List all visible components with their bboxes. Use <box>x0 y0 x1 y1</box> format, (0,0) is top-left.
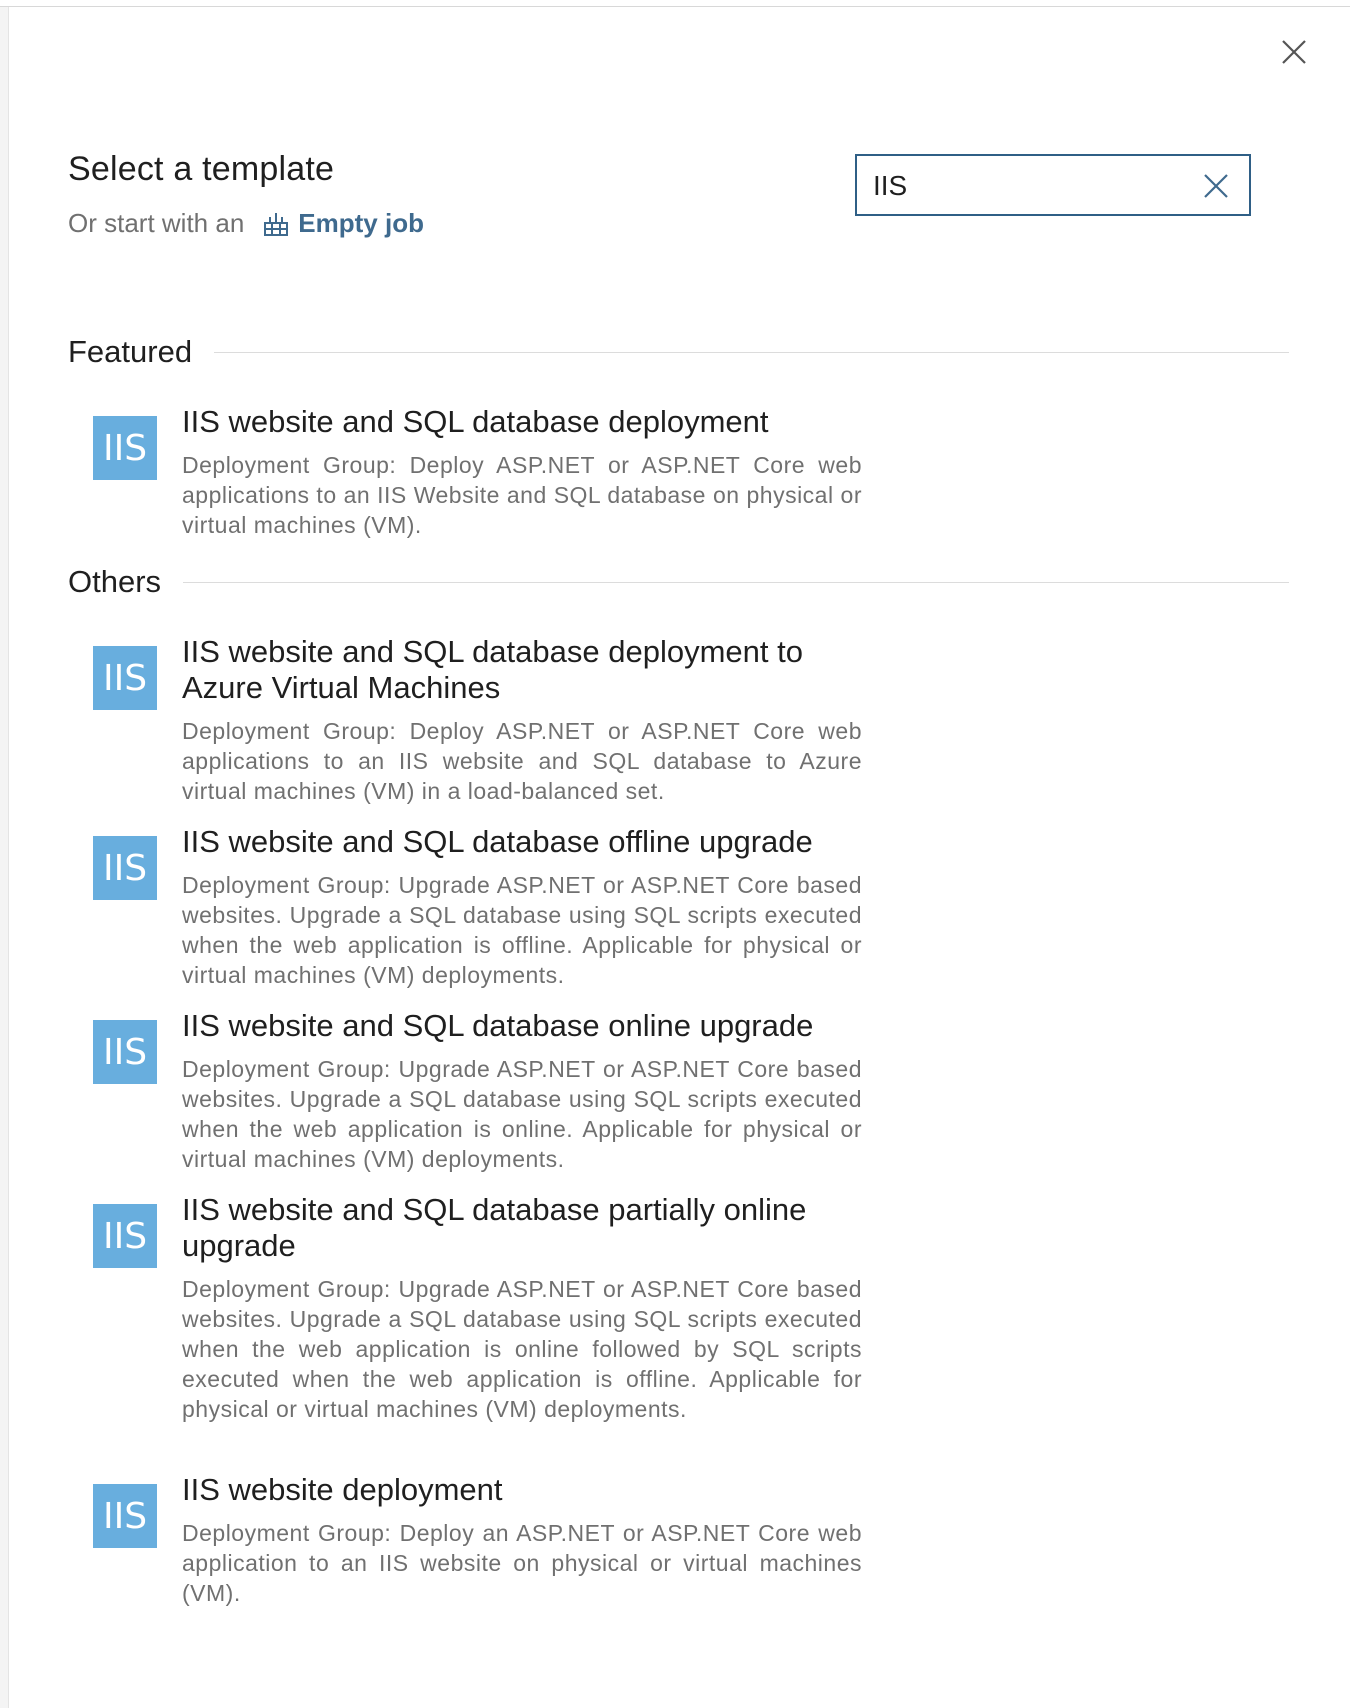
search-input[interactable] <box>873 166 1173 206</box>
background-left-strip <box>0 0 9 1708</box>
template-title: IIS website and SQL database deployment … <box>182 634 803 705</box>
template-text: IIS website deployment Deployment Group:… <box>182 1472 862 1608</box>
template-title: IIS website and SQL database offline upg… <box>182 824 813 859</box>
template-text: IIS website and SQL database online upgr… <box>182 1008 862 1174</box>
iis-icon: IIS <box>93 646 157 710</box>
iis-icon: IIS <box>93 1484 157 1548</box>
template-title: IIS website deployment <box>182 1472 503 1507</box>
others-section-heading: Others <box>68 564 1289 600</box>
template-description: Deployment Group: Upgrade ASP.NET or ASP… <box>182 872 862 988</box>
iis-icon: IIS <box>93 1020 157 1084</box>
section-divider <box>214 351 1289 353</box>
iis-icon: IIS <box>93 1204 157 1268</box>
empty-job-link[interactable]: Empty job <box>262 208 424 239</box>
template-text: IIS website and SQL database offline upg… <box>182 824 862 990</box>
section-divider <box>183 581 1289 583</box>
iis-icon: IIS <box>93 416 157 480</box>
search-box <box>855 154 1251 216</box>
clear-search-button[interactable] <box>1201 171 1231 201</box>
empty-job-label: Empty job <box>298 208 424 238</box>
empty-job-icon <box>262 210 290 238</box>
page-title: Select a template <box>68 150 335 188</box>
template-description: Deployment Group: Deploy an ASP.NET or A… <box>182 1520 862 1606</box>
template-text: IIS website and SQL database deployment … <box>182 634 862 806</box>
template-description: Deployment Group: Upgrade ASP.NET or ASP… <box>182 1276 862 1422</box>
template-text: IIS website and SQL database deployment … <box>182 404 862 540</box>
subtitle-prefix: Or start with an <box>68 208 245 238</box>
template-description: Deployment Group: Upgrade ASP.NET or ASP… <box>182 1056 862 1172</box>
top-border <box>0 0 1350 7</box>
featured-heading-label: Featured <box>68 334 193 369</box>
template-title: IIS website and SQL database online upgr… <box>182 1008 814 1043</box>
template-title: IIS website and SQL database deployment <box>182 404 769 439</box>
featured-section-heading: Featured <box>68 334 1289 370</box>
close-icon <box>1282 40 1306 64</box>
clear-search-icon <box>1204 174 1228 198</box>
others-heading-label: Others <box>68 564 162 599</box>
template-description: Deployment Group: Deploy ASP.NET or ASP.… <box>182 452 862 538</box>
iis-icon: IIS <box>93 836 157 900</box>
template-text: IIS website and SQL database partially o… <box>182 1192 862 1424</box>
close-button[interactable] <box>1274 32 1314 72</box>
template-title: IIS website and SQL database partially o… <box>182 1192 807 1263</box>
template-description: Deployment Group: Deploy ASP.NET or ASP.… <box>182 718 862 804</box>
subtitle: Or start with an Empty job <box>68 208 424 239</box>
